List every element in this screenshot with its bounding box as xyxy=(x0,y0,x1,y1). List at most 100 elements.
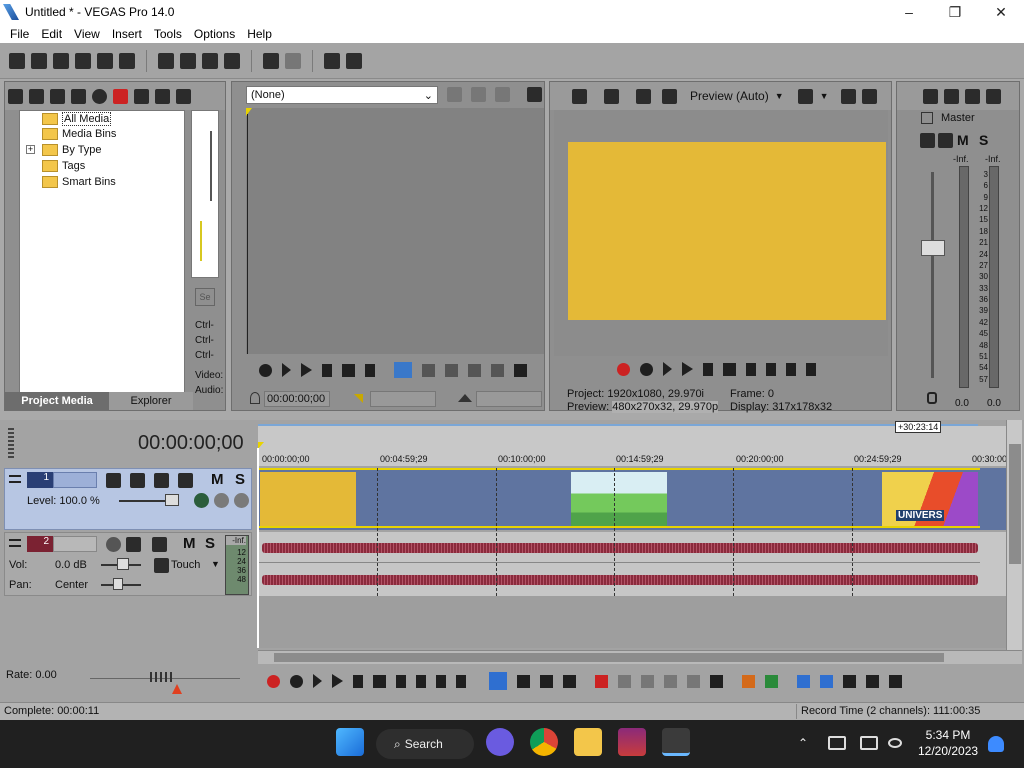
collapse-icon[interactable] xyxy=(9,475,21,483)
compositing-child-icon[interactable] xyxy=(194,493,209,508)
track-gear-icon[interactable] xyxy=(178,473,193,488)
maximize-button[interactable]: ❐ xyxy=(932,0,978,24)
whats-this-help-icon[interactable] xyxy=(346,52,362,69)
go-to-end-icon[interactable] xyxy=(416,674,426,688)
auto-crossfade-icon[interactable] xyxy=(820,674,833,688)
speaker-icon[interactable] xyxy=(965,88,980,104)
loop-icon[interactable] xyxy=(259,363,272,377)
trimmer-tool-icon[interactable] xyxy=(471,87,486,102)
loop-icon[interactable] xyxy=(290,674,303,688)
menu-options[interactable]: Options xyxy=(188,27,241,41)
open-folder-icon[interactable] xyxy=(31,52,47,69)
battery-icon[interactable] xyxy=(828,736,846,750)
zoom-tool-icon[interactable] xyxy=(563,674,576,688)
stop-icon[interactable] xyxy=(723,362,736,376)
go-to-end-icon[interactable] xyxy=(766,362,776,376)
trimmer-display[interactable] xyxy=(246,108,544,354)
notification-bell-icon[interactable] xyxy=(988,736,1004,752)
arm-record-icon[interactable] xyxy=(106,537,121,552)
tree-item-all-media[interactable]: All Media xyxy=(42,112,112,126)
track-solo-button[interactable]: S xyxy=(205,535,215,552)
stop-icon[interactable] xyxy=(373,674,386,688)
selection-tool-icon[interactable] xyxy=(540,674,553,688)
automation-mode[interactable]: Touch xyxy=(171,559,200,571)
go-to-start-icon[interactable] xyxy=(746,362,756,376)
paste-icon[interactable] xyxy=(202,52,218,69)
menu-file[interactable]: File xyxy=(4,27,35,41)
stop-icon[interactable] xyxy=(342,363,355,377)
previous-frame-icon[interactable] xyxy=(786,362,796,376)
track-fx-icon[interactable] xyxy=(130,473,145,488)
overlay-icon[interactable] xyxy=(468,363,481,377)
audio-track-lane[interactable] xyxy=(258,532,1006,596)
minimize-button[interactable]: – xyxy=(886,0,932,24)
winrar-icon[interactable] xyxy=(618,728,646,756)
tab-explorer[interactable]: Explorer xyxy=(109,392,193,410)
empty-track-area[interactable] xyxy=(258,596,1006,648)
trim-start-icon[interactable] xyxy=(641,674,654,688)
track-solo-button[interactable]: S xyxy=(235,471,245,488)
extract-audio-icon[interactable] xyxy=(50,88,65,104)
preview-quality-dropdown[interactable]: Preview (Auto) xyxy=(690,89,769,103)
play-icon[interactable] xyxy=(682,362,693,376)
close-button[interactable]: ✕ xyxy=(978,0,1024,24)
pause-icon[interactable] xyxy=(322,363,332,377)
level-slider-handle[interactable] xyxy=(165,494,179,506)
insert-region-icon[interactable] xyxy=(765,674,778,688)
get-media-icon[interactable] xyxy=(71,88,86,104)
save-as-icon[interactable] xyxy=(75,52,91,69)
master-fader-handle[interactable] xyxy=(921,240,945,256)
more-chevron-icon[interactable] xyxy=(514,363,527,377)
out-point-icon[interactable] xyxy=(458,394,472,402)
master-fader-track[interactable] xyxy=(931,172,934,378)
overlay-icon[interactable] xyxy=(491,363,504,377)
file-explorer-icon[interactable] xyxy=(574,728,602,756)
play-from-start-icon[interactable] xyxy=(282,363,291,377)
play-arrow-icon[interactable] xyxy=(176,88,191,104)
record-icon[interactable] xyxy=(617,362,630,376)
volume-slider-handle[interactable] xyxy=(117,558,129,570)
out-point-field[interactable] xyxy=(476,391,542,407)
timeline-horizontal-scrollbar[interactable] xyxy=(258,650,1022,664)
lock-icon[interactable] xyxy=(927,392,937,404)
save-icon[interactable] xyxy=(53,52,69,69)
downmix-icon[interactable] xyxy=(944,88,959,104)
media-properties-icon[interactable] xyxy=(134,88,149,104)
overlay-icon[interactable] xyxy=(422,363,435,377)
trimmer-timecode[interactable]: 00:00:00;00 xyxy=(264,391,330,407)
video-thumbnail-yellow[interactable] xyxy=(260,472,356,526)
snapping-icon[interactable] xyxy=(797,674,810,688)
media-fx-icon[interactable] xyxy=(155,88,170,104)
external-monitor-icon[interactable] xyxy=(604,88,619,104)
menu-edit[interactable]: Edit xyxy=(35,27,68,41)
trimmer-source-dropdown[interactable]: (None) ⌄ xyxy=(246,86,438,104)
overlay-icon[interactable] xyxy=(445,363,458,377)
track-name-field[interactable] xyxy=(53,472,97,488)
expand-toggle-icon[interactable]: + xyxy=(26,145,35,154)
remove-media-icon[interactable] xyxy=(113,88,128,104)
ripple-edit-icon[interactable] xyxy=(843,674,856,688)
taskbar-search[interactable]: ⌕ Search xyxy=(376,729,474,759)
taskbar-date[interactable]: 12/20/2023 xyxy=(918,744,978,758)
next-frame-icon[interactable] xyxy=(456,674,466,688)
preview-settings-gear-icon[interactable] xyxy=(572,88,587,104)
pause-icon[interactable] xyxy=(353,674,363,688)
envelope-tool-icon[interactable] xyxy=(517,674,530,688)
master-mute-button[interactable]: M xyxy=(957,132,969,148)
hand-icon[interactable] xyxy=(324,52,340,69)
delete-icon[interactable] xyxy=(595,674,608,688)
play-icon[interactable] xyxy=(301,363,312,377)
add-to-timeline-icon[interactable] xyxy=(394,362,412,378)
video-track-header[interactable]: 1 M S Level: 100.0 % xyxy=(4,468,252,530)
rate-slider-handle[interactable] xyxy=(150,672,174,682)
automation-icon[interactable] xyxy=(152,537,167,552)
clear-x-icon[interactable] xyxy=(495,87,510,102)
timeline-vertical-scrollbar[interactable] xyxy=(1006,420,1022,664)
track-mute-button[interactable]: M xyxy=(183,535,196,552)
split-screen-icon[interactable] xyxy=(636,88,651,104)
save-snapshot-icon[interactable] xyxy=(861,88,877,104)
new-file-icon[interactable] xyxy=(9,52,25,69)
globe-icon[interactable] xyxy=(92,88,107,104)
master-window-icon[interactable] xyxy=(921,112,933,124)
menu-insert[interactable]: Insert xyxy=(106,27,148,41)
